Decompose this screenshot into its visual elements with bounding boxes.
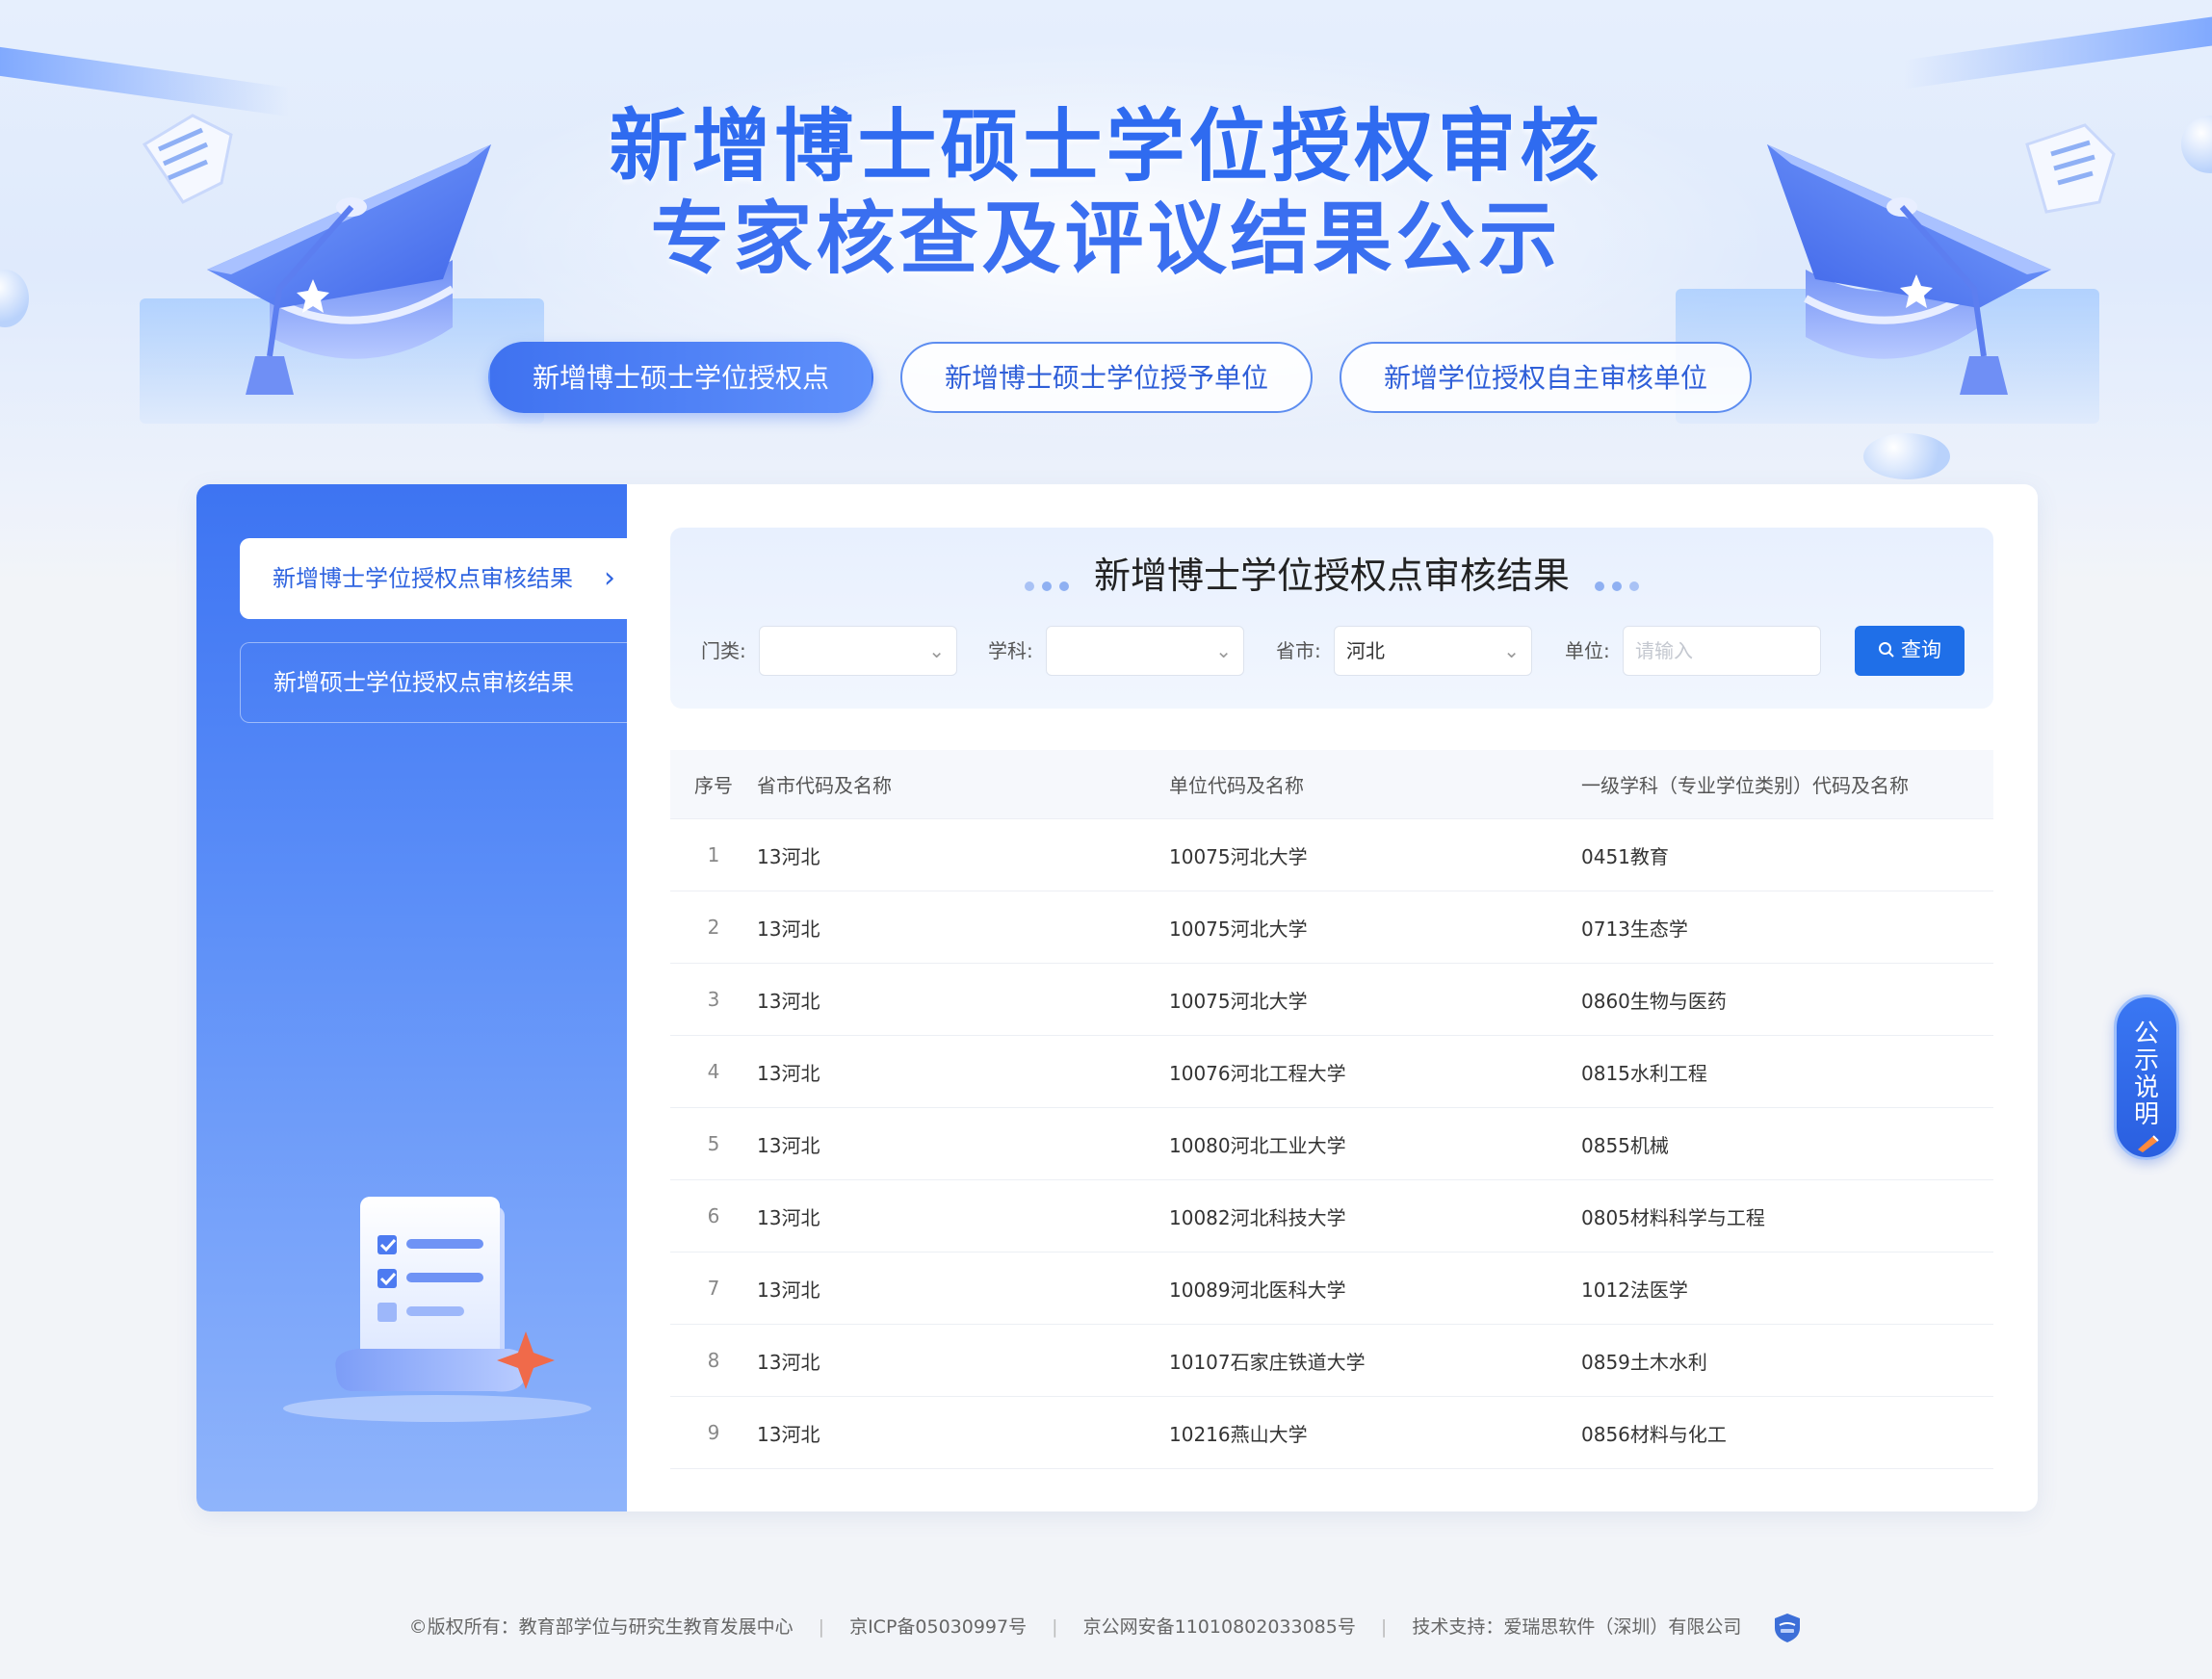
province-select[interactable]: 河北 ⌄: [1334, 626, 1532, 676]
table-row: 6 13河北 10082河北科技大学 0805材料科学与工程: [670, 1180, 1993, 1253]
row-index: 3: [707, 988, 720, 1011]
row-province: 13河北: [757, 1278, 820, 1302]
row-province: 13河北: [757, 1205, 820, 1229]
table-row: 1 13河北 10075河北大学 0451教育: [670, 819, 1993, 891]
row-discipline: 0713生态学: [1581, 917, 1688, 941]
page-title: 新增博士硕士学位授权审核 专家核查及评议结果公示: [0, 101, 2212, 286]
sidebar-item-label: 新增博士学位授权点审核结果: [273, 565, 573, 592]
table-row: 4 13河北 10076河北工程大学 0815水利工程: [670, 1036, 1993, 1108]
filter-title: 新增博士学位授权点审核结果: [670, 549, 1993, 606]
row-unit: 10089河北医科大学: [1169, 1278, 1346, 1302]
row-unit: 10080河北工业大学: [1169, 1133, 1346, 1157]
search-button-label: 查询: [1901, 639, 1941, 661]
row-index: 7: [707, 1277, 720, 1300]
row-unit: 10075河北大学: [1169, 917, 1308, 941]
sidebar-item-doctoral-results[interactable]: 新增博士学位授权点审核结果 ›: [240, 538, 627, 619]
sidebar: 新增博士学位授权点审核结果 › 新增硕士学位授权点审核结果: [196, 484, 627, 1511]
row-province: 13河北: [757, 844, 820, 868]
row-province: 13河北: [757, 917, 820, 941]
page-title-line2: 专家核查及评议结果公示: [650, 194, 1562, 285]
footer-icp-link[interactable]: 京ICP备05030997号: [849, 1616, 1027, 1638]
row-unit: 10075河北大学: [1169, 844, 1308, 868]
notice-explanation-button[interactable]: 公 示 说 明: [2114, 994, 2179, 1160]
row-province: 13河北: [757, 1133, 820, 1157]
row-discipline: 0856材料与化工: [1581, 1422, 1727, 1446]
header-index: 序号: [694, 774, 733, 797]
chevron-down-icon: ⌄: [1503, 639, 1520, 662]
row-index: 9: [707, 1421, 720, 1444]
footer: ©版权所有：教育部学位与研究生教育发展中心 | 京ICP备05030997号 |…: [0, 1610, 2212, 1644]
tab-doctoral-master-programs[interactable]: 新增博士硕士学位授权点: [488, 342, 874, 413]
row-index: 4: [707, 1060, 720, 1083]
row-unit: 10075河北大学: [1169, 989, 1308, 1013]
sidebar-item-master-results[interactable]: 新增硕士学位授权点审核结果: [240, 642, 627, 723]
category-label: 门类:: [701, 639, 746, 662]
shield-badge-icon: [1775, 1613, 1801, 1642]
chevron-right-icon: ›: [604, 561, 615, 595]
checklist-document-icon: [283, 1197, 591, 1422]
unit-input[interactable]: [1623, 626, 1821, 676]
row-index: 2: [707, 916, 720, 939]
row-province: 13河北: [757, 989, 820, 1013]
chevron-down-icon: ⌄: [1215, 639, 1232, 662]
tab-self-review-institutions[interactable]: 新增学位授权自主审核单位: [1340, 342, 1753, 413]
decorative-dots-icon: [1591, 552, 1643, 606]
top-tabs: 新增博士硕士学位授权点 新增博士硕士学位授予单位 新增学位授权自主审核单位: [488, 342, 1753, 413]
row-discipline: 0451教育: [1581, 844, 1669, 868]
row-index: 1: [707, 843, 720, 866]
chevron-down-icon: ⌄: [928, 639, 945, 662]
decorative-dots-icon: [1021, 552, 1073, 606]
unit-label: 单位:: [1565, 639, 1610, 662]
header-province: 省市代码及名称: [757, 774, 892, 797]
table-header: 序号 省市代码及名称 单位代码及名称 一级学科（专业学位类别）代码及名称: [670, 750, 1993, 819]
row-province: 13河北: [757, 1422, 820, 1446]
row-index: 6: [707, 1204, 720, 1227]
row-province: 13河北: [757, 1350, 820, 1374]
footer-support: 技术支持：爱瑞思软件（深圳）有限公司: [1412, 1616, 1742, 1638]
notice-char: 明: [2133, 1100, 2159, 1129]
notice-char: 说: [2133, 1073, 2159, 1102]
notice-char: 示: [2133, 1046, 2159, 1075]
results-table: 序号 省市代码及名称 单位代码及名称 一级学科（专业学位类别）代码及名称 1 13…: [670, 750, 1993, 1469]
pen-icon: [2138, 1135, 2159, 1152]
row-unit: 10107石家庄铁道大学: [1169, 1350, 1366, 1374]
row-unit: 10216燕山大学: [1169, 1422, 1308, 1446]
province-label: 省市:: [1276, 639, 1321, 662]
row-discipline: 0805材料科学与工程: [1581, 1205, 1765, 1229]
table-row: 3 13河北 10075河北大学 0860生物与医药: [670, 964, 1993, 1036]
table-body: 1 13河北 10075河北大学 0451教育 2 13河北 10075河北大学 0713生态…: [670, 819, 1993, 1469]
row-discipline: 1012法医学: [1581, 1278, 1688, 1302]
notice-char: 公: [2133, 1020, 2159, 1048]
row-index: 8: [707, 1349, 720, 1372]
header-discipline: 一级学科（专业学位类别）代码及名称: [1581, 774, 1909, 797]
row-discipline: 0815水利工程: [1581, 1061, 1707, 1085]
footer-copyright: ©版权所有：教育部学位与研究生教育发展中心: [408, 1616, 794, 1638]
header-unit: 单位代码及名称: [1169, 774, 1304, 797]
row-discipline: 0855机械: [1581, 1133, 1669, 1157]
search-button[interactable]: 查询: [1855, 626, 1965, 676]
province-value: 河北: [1346, 639, 1385, 662]
row-province: 13河北: [757, 1061, 820, 1085]
row-unit: 10076河北工程大学: [1169, 1061, 1346, 1085]
tab-doctoral-master-institutions[interactable]: 新增博士硕士学位授予单位: [900, 342, 1314, 413]
subject-select[interactable]: ⌄: [1046, 626, 1244, 676]
table-row: 5 13河北 10080河北工业大学 0855机械: [670, 1108, 1993, 1180]
main-card: 新增博士学位授权点审核结果 › 新增硕士学位授权点审核结果 新增博士学位授权点审…: [196, 484, 2038, 1511]
category-select[interactable]: ⌄: [759, 626, 957, 676]
table-row: 2 13河北 10075河北大学 0713生态学: [670, 891, 1993, 964]
page-title-line1: 新增博士硕士学位授权审核: [609, 101, 1603, 193]
table-row: 9 13河北 10216燕山大学 0856材料与化工: [670, 1397, 1993, 1469]
row-discipline: 0860生物与医药: [1581, 989, 1727, 1013]
sidebar-item-label: 新增硕士学位授权点审核结果: [273, 669, 574, 696]
footer-police-link[interactable]: 京公网安备11010802033085号: [1083, 1616, 1356, 1638]
filter-panel: 新增博士学位授权点审核结果 门类: ⌄ 学科: ⌄ 省市: 河北 ⌄ 单位: 请…: [670, 528, 1993, 709]
row-discipline: 0859土木水利: [1581, 1350, 1707, 1374]
row-index: 5: [707, 1132, 720, 1155]
row-unit: 10082河北科技大学: [1169, 1205, 1346, 1229]
search-icon: [1879, 642, 1894, 658]
table-row: 8 13河北 10107石家庄铁道大学 0859土木水利: [670, 1325, 1993, 1397]
subject-label: 学科:: [988, 639, 1033, 662]
section-title: 新增博士学位授权点审核结果: [1093, 555, 1570, 597]
table-row: 7 13河北 10089河北医科大学 1012法医学: [670, 1253, 1993, 1325]
